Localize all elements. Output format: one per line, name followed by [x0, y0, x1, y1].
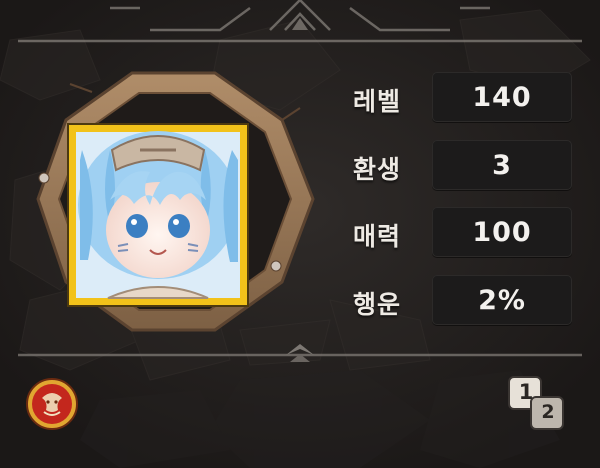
stat-value-box-level: 140	[432, 72, 572, 122]
page-toggle-primary: 1	[518, 380, 534, 404]
character-info-panel: 레벨 140 환생 3 매력 100 행운 2% 1 2	[0, 0, 600, 468]
stat-value-level: 140	[472, 82, 532, 113]
page-toggle-secondary: 2	[541, 401, 555, 423]
stat-row-luck: 행운 2%	[342, 275, 582, 327]
red-guild-badge-icon[interactable]	[26, 378, 78, 430]
portrait-icon	[67, 123, 249, 307]
stat-value-rebirth: 3	[492, 150, 512, 181]
stat-value-charm: 100	[472, 217, 532, 248]
stat-value-box-luck: 2%	[432, 275, 572, 325]
stat-value-box-rebirth: 3	[432, 140, 572, 190]
stat-value-box-charm: 100	[432, 207, 572, 257]
stat-row-level: 레벨 140	[342, 72, 582, 124]
stat-label-luck: 행운	[352, 290, 401, 319]
page-toggle-button[interactable]: 1 2	[505, 375, 571, 433]
stat-value-luck: 2%	[478, 285, 526, 316]
stat-row-rebirth: 환생 3	[342, 140, 582, 192]
stat-label-level: 레벨	[352, 87, 401, 116]
stat-label-charm: 매력	[352, 222, 401, 251]
stat-label-rebirth: 환생	[352, 155, 401, 184]
stat-row-charm: 매력 100	[342, 207, 582, 259]
